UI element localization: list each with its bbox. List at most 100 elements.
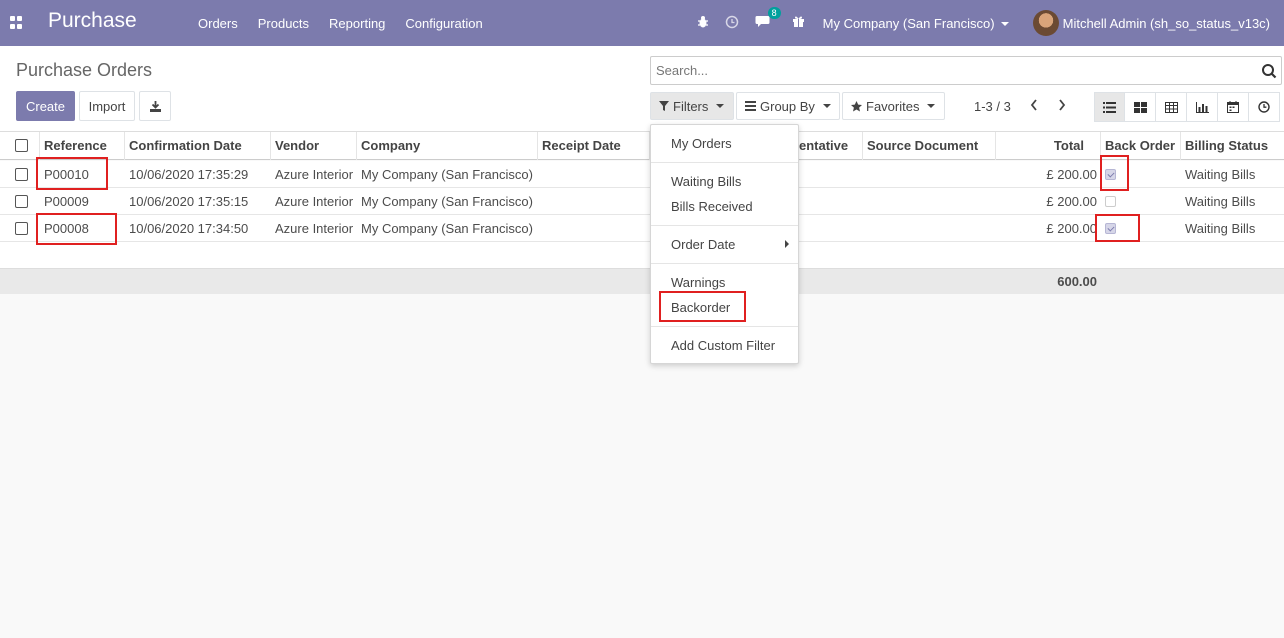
clock-icon xyxy=(1258,101,1270,113)
import-button[interactable]: Import xyxy=(79,91,135,121)
cell-company: My Company (San Francisco) xyxy=(361,221,533,236)
col-vendor[interactable]: Vendor xyxy=(271,132,357,160)
list-icon xyxy=(1103,101,1116,113)
menu-orders[interactable]: Orders xyxy=(188,16,248,31)
cell-confirmation-date: 10/06/2020 17:35:29 xyxy=(129,167,249,182)
menu-products[interactable]: Products xyxy=(248,16,319,31)
cell-vendor: Azure Interior xyxy=(275,167,354,182)
apps-menu-icon[interactable] xyxy=(10,16,23,29)
divider xyxy=(651,225,798,226)
col-company[interactable]: Company xyxy=(357,132,538,160)
cell-vendor: Azure Interior xyxy=(275,194,354,209)
highlight-box xyxy=(36,213,117,245)
cell-total: £ 200.00 xyxy=(1046,221,1097,236)
gift-icon[interactable] xyxy=(792,15,805,31)
cell-company: My Company (San Francisco) xyxy=(361,167,533,182)
col-source-document[interactable]: Source Document xyxy=(863,132,996,160)
search-input[interactable] xyxy=(651,57,1241,84)
user-menu[interactable]: Mitchell Admin (sh_so_status_v13c) xyxy=(1063,16,1270,31)
bug-icon[interactable] xyxy=(697,15,709,31)
view-switcher xyxy=(1094,92,1280,122)
filter-order-date[interactable]: Order Date xyxy=(671,237,735,252)
favorites-label: Favorites xyxy=(866,98,920,114)
col-total[interactable]: Total xyxy=(996,132,1101,160)
add-custom-filter[interactable]: Add Custom Filter xyxy=(671,338,775,353)
row-checkbox[interactable] xyxy=(15,168,28,181)
row-checkbox[interactable] xyxy=(15,195,28,208)
table-icon xyxy=(1164,101,1178,113)
col-confirmation-date[interactable]: Confirmation Date xyxy=(125,132,271,160)
chevron-down-icon xyxy=(1000,22,1009,27)
search-box xyxy=(650,56,1282,85)
create-button[interactable]: Create xyxy=(16,91,75,121)
graph-view-button[interactable] xyxy=(1187,92,1218,122)
divider xyxy=(651,326,798,327)
grand-total: 600.00 xyxy=(1057,274,1097,289)
menu-configuration[interactable]: Configuration xyxy=(395,16,492,31)
chevron-down-icon xyxy=(716,104,725,108)
calendar-icon xyxy=(1227,101,1239,113)
chevron-down-icon xyxy=(822,104,831,108)
col-receipt-date[interactable]: Receipt Date xyxy=(538,132,650,160)
groupby-label: Group By xyxy=(760,98,815,114)
table-footer: 600.00 xyxy=(0,268,1284,294)
filter-icon xyxy=(659,101,669,111)
table-row[interactable]: P00008 10/06/2020 17:34:50 Azure Interio… xyxy=(0,215,1284,242)
menu-reporting[interactable]: Reporting xyxy=(319,16,395,31)
messages-icon[interactable]: 8 xyxy=(755,7,781,31)
bars-icon xyxy=(745,101,756,111)
chevron-right-icon[interactable] xyxy=(1058,98,1066,112)
export-button[interactable] xyxy=(139,91,171,121)
chevron-down-icon xyxy=(927,104,936,108)
company-name: My Company (San Francisco) xyxy=(822,15,995,31)
highlight-box xyxy=(36,157,108,190)
list-view-button[interactable] xyxy=(1094,92,1125,122)
chevron-right-icon xyxy=(785,240,789,248)
favorites-button[interactable]: Favorites xyxy=(842,92,945,120)
messages-badge: 8 xyxy=(767,7,781,19)
pager-value[interactable]: 1-3 / 3 xyxy=(974,99,1011,114)
control-panel: Purchase Orders Create Import Filters Gr… xyxy=(0,46,1284,132)
row-checkbox[interactable] xyxy=(15,222,28,235)
filter-bills-received[interactable]: Bills Received xyxy=(671,199,753,214)
systray: 8 My Company (San Francisco) Mitchell Ad… xyxy=(689,0,1284,46)
calendar-view-button[interactable] xyxy=(1218,92,1249,122)
col-reference[interactable]: Reference xyxy=(40,132,125,160)
table-header: Reference Confirmation Date Vendor Compa… xyxy=(0,132,1284,160)
cell-total: £ 200.00 xyxy=(1046,167,1097,182)
filters-dropdown: My Orders Waiting Bills Bills Received O… xyxy=(650,124,799,364)
cell-billing-status: Waiting Bills xyxy=(1185,221,1256,236)
cell-confirmation-date: 10/06/2020 17:34:50 xyxy=(129,221,249,236)
filters-button[interactable]: Filters xyxy=(650,92,734,120)
page-title: Purchase Orders xyxy=(16,60,153,80)
filter-my-orders[interactable]: My Orders xyxy=(671,136,732,151)
back-order-checkbox xyxy=(1105,196,1116,207)
col-billing-status[interactable]: Billing Status xyxy=(1181,132,1284,160)
pivot-view-button[interactable] xyxy=(1156,92,1187,122)
bar-chart-icon xyxy=(1195,101,1209,113)
select-all-checkbox[interactable] xyxy=(15,139,28,152)
filter-waiting-bills[interactable]: Waiting Bills xyxy=(671,174,741,189)
app-title: Purchase xyxy=(48,9,137,32)
search-icon[interactable] xyxy=(1261,63,1277,79)
cell-vendor: Azure Interior xyxy=(275,221,354,236)
cell-reference: P00009 xyxy=(44,194,89,209)
highlight-box xyxy=(1100,155,1129,191)
chevron-left-icon[interactable] xyxy=(1030,98,1038,112)
divider xyxy=(651,263,798,264)
company-switcher[interactable]: My Company (San Francisco) xyxy=(823,16,1009,31)
filters-label: Filters xyxy=(673,98,709,114)
download-icon xyxy=(149,100,161,112)
activity-view-button[interactable] xyxy=(1249,92,1280,122)
table-row[interactable]: P00010 10/06/2020 17:35:29 Azure Interio… xyxy=(0,161,1284,188)
table-row[interactable]: P00009 10/06/2020 17:35:15 Azure Interio… xyxy=(0,188,1284,215)
filter-warnings[interactable]: Warnings xyxy=(671,275,725,290)
cell-billing-status: Waiting Bills xyxy=(1185,194,1256,209)
clock-icon[interactable] xyxy=(725,15,739,32)
top-navbar: Purchase Orders Products Reporting Confi… xyxy=(0,0,1284,46)
kanban-icon xyxy=(1133,101,1147,113)
highlight-box xyxy=(659,291,746,322)
avatar[interactable] xyxy=(1032,10,1059,36)
groupby-button[interactable]: Group By xyxy=(736,92,840,120)
kanban-view-button[interactable] xyxy=(1125,92,1156,122)
